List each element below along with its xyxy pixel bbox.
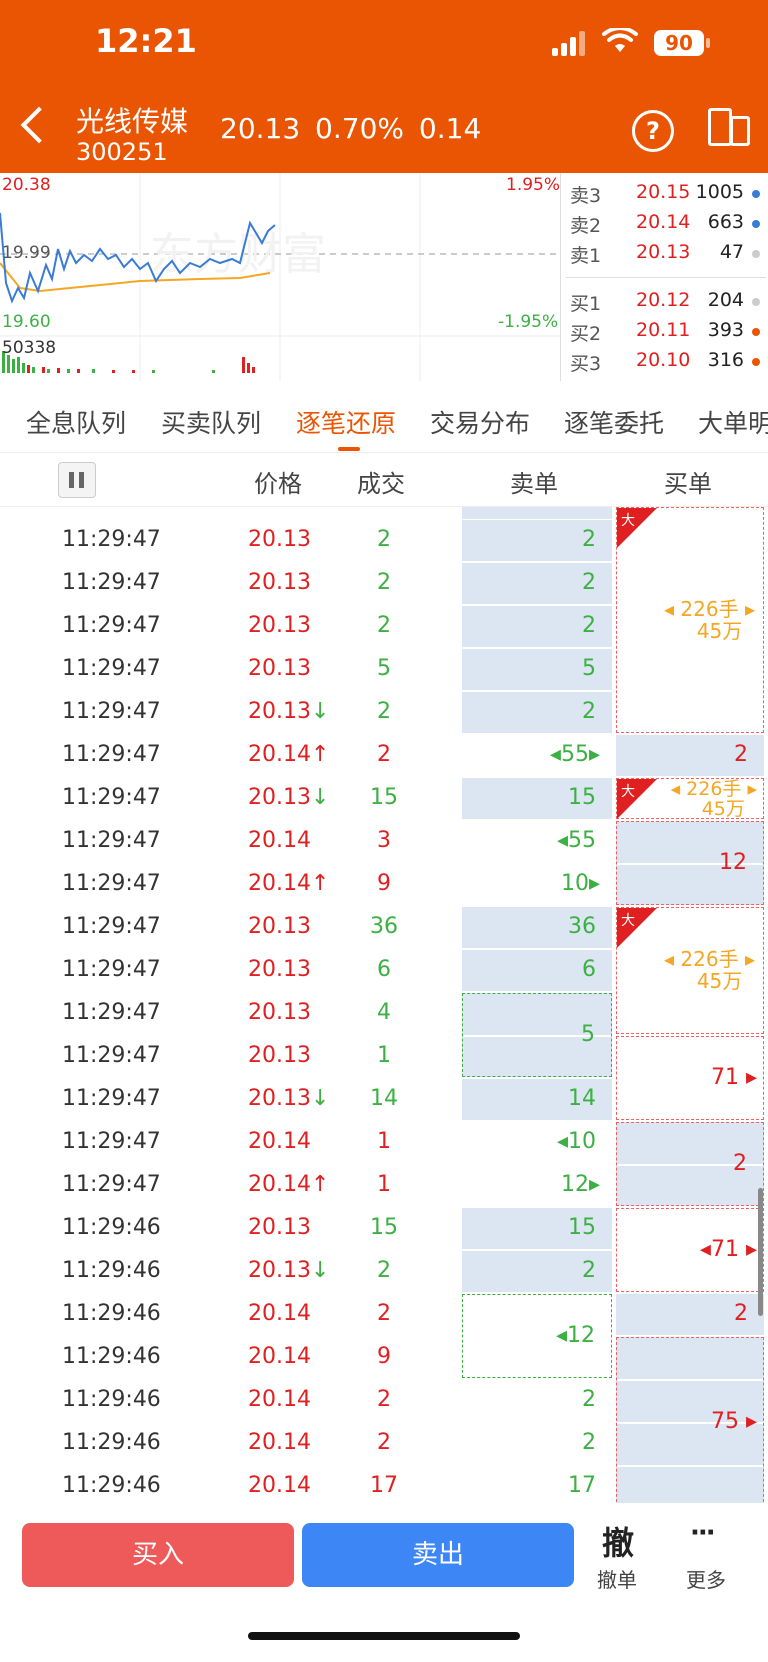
table-row: 11:29:46 20.13↓ 2 <box>62 1258 391 1283</box>
table-row: 11:29:47 20.13↓ 2 <box>62 699 391 724</box>
table-row: 11:29:47 20.13 36 <box>62 914 398 939</box>
back-icon[interactable] <box>20 106 58 144</box>
cancel-order-label[interactable]: 撤单 <box>597 1564 637 1593</box>
table-row: 11:29:46 20.13 15 <box>62 1215 398 1240</box>
more-icon[interactable]: ··· <box>690 1518 716 1548</box>
chart-pct-down: -1.95% <box>498 312 559 332</box>
tab-bar: 全息队列 买卖队列 逐笔还原 交易分布 逐笔委托 大单明 <box>0 386 768 453</box>
battery-icon: 90 <box>654 30 704 56</box>
order-book-row: 卖3 20.15 1005 <box>570 181 766 211</box>
table-row: 11:29:47 20.14↑ 9 <box>62 871 391 896</box>
table-row: 11:29:47 20.13 4 <box>62 1000 391 1025</box>
table-row: 11:29:46 20.14 2 <box>62 1387 391 1412</box>
chart-pct-up: 1.95% <box>506 175 561 195</box>
table-row: 11:29:47 20.14 1 <box>62 1129 391 1154</box>
order-book: 卖3 20.15 1005 卖2 20.14 663 卖1 20.13 47 买1 20.12… <box>560 173 768 381</box>
wifi-icon <box>602 28 638 52</box>
cancel-order-icon[interactable]: 撤 <box>602 1518 634 1564</box>
active-tab-indicator <box>338 447 360 451</box>
table-row: 11:29:47 20.13 5 <box>62 656 391 681</box>
table-row: 11:29:47 20.14↑ 2 <box>62 742 391 767</box>
table-row: 11:29:47 20.13↓ 14 <box>62 1086 398 1111</box>
tick-list[interactable]: 2 2 2 5 2 ◂55▸ 15 ◂55 10▸ 36 6 5 14 ◂10 … <box>0 507 768 1503</box>
home-indicator <box>248 1632 520 1640</box>
sell-button[interactable]: 卖出 <box>302 1523 574 1587</box>
table-row: 11:29:47 20.13↓ 15 <box>62 785 398 810</box>
table-row: 11:29:47 20.13 6 <box>62 957 391 982</box>
col-sell: 卖单 <box>510 470 558 498</box>
chart-low-label: 19.60 <box>2 312 51 332</box>
table-row: 11:29:47 20.13 2 <box>62 527 391 552</box>
scrollbar[interactable] <box>758 1188 763 1316</box>
tab-bid-ask-queue[interactable]: 买卖队列 <box>161 404 261 440</box>
col-price: 价格 <box>254 470 302 498</box>
table-row: 11:29:47 20.13 1 <box>62 1043 391 1068</box>
help-icon[interactable]: ? <box>632 110 674 152</box>
table-row: 11:29:46 20.14 2 <box>62 1301 391 1326</box>
order-book-row: 买2 20.11 393 <box>570 319 766 349</box>
status-time: 12:21 <box>95 22 197 60</box>
table-row: 11:29:47 20.14↑ 1 <box>62 1172 391 1197</box>
table-row: 11:29:47 20.14 3 <box>62 828 391 853</box>
buy-button[interactable]: 买入 <box>22 1523 294 1587</box>
col-buy: 买单 <box>664 470 712 498</box>
split-screen-icon[interactable] <box>708 108 750 146</box>
col-volume: 成交 <box>357 470 405 498</box>
chart-volume-label: 50338 <box>2 338 57 358</box>
order-book-row: 买1 20.12 204 <box>570 289 766 319</box>
battery-tip <box>706 38 710 48</box>
order-book-row: 卖1 20.13 47 <box>570 241 766 271</box>
table-header: 价格 成交 卖单 买单 <box>0 452 768 507</box>
pause-button[interactable] <box>58 462 96 498</box>
table-row: 11:29:47 20.13 2 <box>62 613 391 638</box>
stock-name: 光线传媒 <box>76 105 189 138</box>
tab-tick-orders[interactable]: 逐笔委托 <box>564 404 664 440</box>
tab-large-orders[interactable]: 大单明 <box>698 404 768 440</box>
top-bar: 12:21 90 光线传媒 300251 20.13 0.70% 0.14 ? <box>0 0 768 173</box>
table-row: 11:29:46 20.14 17 <box>62 1473 398 1498</box>
table-row: 11:29:46 20.14 9 <box>62 1344 391 1369</box>
stock-quote: 20.13 0.70% 0.14 <box>220 112 482 145</box>
chart-high-label: 20.38 <box>2 175 51 195</box>
tab-trade-distribution[interactable]: 交易分布 <box>430 404 530 440</box>
cellular-signal-icon <box>552 26 586 56</box>
order-book-row: 买3 20.10 316 <box>570 349 766 379</box>
tab-tick-restore[interactable]: 逐笔还原 <box>296 404 396 440</box>
intraday-chart[interactable]: 东方财富 20.38 19.99 19.60 1.95% -1.95% 5033… <box>0 173 560 381</box>
table-row: 11:29:47 20.13 2 <box>62 570 391 595</box>
tab-full-queue[interactable]: 全息队列 <box>26 404 126 440</box>
table-row: 11:29:46 20.14 2 <box>62 1430 391 1455</box>
order-book-row: 卖2 20.14 663 <box>570 211 766 241</box>
stock-code: 300251 <box>76 138 168 166</box>
more-label[interactable]: 更多 <box>686 1564 726 1593</box>
svg-text:东方财富: 东方财富 <box>150 229 326 280</box>
chart-mid-label: 19.99 <box>2 243 51 263</box>
